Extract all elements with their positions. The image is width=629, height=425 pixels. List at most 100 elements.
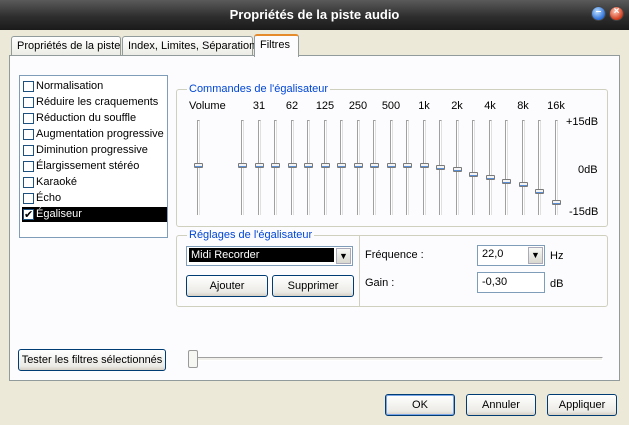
filter-item[interactable]: Normalisation bbox=[22, 79, 167, 94]
filter-checkbox[interactable] bbox=[23, 193, 34, 204]
band-label: 125 bbox=[315, 100, 335, 112]
filter-checkbox[interactable] bbox=[23, 177, 34, 188]
band-slider-thumb[interactable] bbox=[386, 162, 396, 168]
band-slider-thumb[interactable] bbox=[254, 162, 264, 168]
tab-filters[interactable]: Filtres bbox=[254, 34, 299, 57]
band-slider-thumb[interactable] bbox=[469, 171, 478, 177]
band-slider-thumb[interactable] bbox=[452, 167, 462, 173]
gain-label: Gain : bbox=[365, 277, 395, 289]
presets-divider bbox=[359, 236, 360, 306]
band-slider-thumb[interactable] bbox=[502, 178, 511, 184]
db-bottom-label: -15dB bbox=[569, 206, 599, 218]
filter-checkbox[interactable]: ✔ bbox=[23, 209, 34, 221]
minimize-icon: – bbox=[595, 6, 602, 17]
filter-label: Écho bbox=[36, 192, 62, 204]
filter-item[interactable]: Diminution progressive bbox=[22, 143, 167, 158]
chevron-down-icon[interactable]: ▼ bbox=[528, 247, 543, 264]
add-preset-button[interactable]: Ajouter bbox=[186, 275, 268, 297]
band-label: 2k bbox=[451, 100, 463, 112]
filter-list[interactable]: Normalisation Réduire les craquements Rédu… bbox=[19, 75, 168, 238]
volume-slider-thumb[interactable] bbox=[194, 162, 203, 168]
db-top-label: +15dB bbox=[566, 116, 599, 128]
band-slider-thumb[interactable] bbox=[518, 182, 528, 188]
close-icon: × bbox=[613, 6, 620, 17]
filter-label: Élargissement stéréo bbox=[36, 160, 140, 172]
band-label: 250 bbox=[348, 100, 368, 112]
window-title: Propriétés de la piste audio bbox=[229, 7, 400, 22]
band-slider-thumb[interactable] bbox=[271, 162, 280, 168]
filter-item[interactable]: Karaoké bbox=[22, 175, 167, 190]
band-slider-track[interactable] bbox=[472, 120, 475, 215]
band-label: 500 bbox=[381, 100, 401, 112]
filter-label: Réduire les craquements bbox=[36, 96, 159, 108]
preset-select-value: Midi Recorder bbox=[189, 248, 334, 262]
filter-label: Égaliseur bbox=[36, 208, 82, 220]
filter-item[interactable]: Élargissement stéréo bbox=[22, 159, 167, 174]
band-slider-track[interactable] bbox=[505, 120, 508, 215]
frequency-unit: Hz bbox=[550, 250, 564, 262]
band-label: 31 bbox=[252, 100, 266, 112]
frequency-select[interactable]: 22,0 ▼ bbox=[477, 245, 545, 266]
band-slider-track[interactable] bbox=[488, 120, 492, 215]
frequency-label: Fréquence : bbox=[365, 249, 424, 261]
equalizer-presets-label: Réglages de l'égalisateur bbox=[187, 229, 315, 241]
band-slider-thumb[interactable] bbox=[535, 189, 544, 195]
filter-label: Diminution progressive bbox=[36, 144, 148, 156]
filter-item[interactable]: Augmentation progressive bbox=[22, 127, 167, 142]
test-filters-button[interactable]: Tester les filtres sélectionnés bbox=[18, 349, 166, 371]
preview-position-track[interactable] bbox=[190, 357, 603, 361]
preview-position-thumb[interactable] bbox=[188, 350, 198, 368]
filter-checkbox[interactable] bbox=[23, 129, 34, 140]
band-slider-thumb[interactable] bbox=[320, 162, 330, 168]
filter-item[interactable]: Réduire les craquements bbox=[22, 95, 167, 110]
ok-button[interactable]: OK bbox=[385, 394, 455, 416]
band-slider-thumb[interactable] bbox=[485, 175, 495, 181]
band-label: 16k bbox=[547, 100, 565, 112]
check-icon: ✔ bbox=[24, 209, 34, 221]
db-mid-label: 0dB bbox=[578, 164, 598, 176]
filter-checkbox[interactable] bbox=[23, 97, 34, 108]
filter-checkbox[interactable] bbox=[23, 145, 34, 156]
band-label: 4k bbox=[484, 100, 496, 112]
preset-select[interactable]: Midi Recorder ▼ bbox=[186, 246, 353, 266]
band-slider-thumb[interactable] bbox=[304, 162, 313, 168]
gain-input[interactable]: -0,30 bbox=[477, 272, 545, 293]
gain-unit: dB bbox=[550, 278, 564, 290]
filter-item[interactable]: Écho bbox=[22, 191, 167, 206]
volume-label: Volume bbox=[189, 100, 226, 112]
apply-button[interactable]: Appliquer bbox=[547, 394, 617, 416]
tab-track-properties[interactable]: Propriétés de la piste bbox=[11, 36, 121, 56]
close-button[interactable]: × bbox=[609, 6, 624, 21]
frequency-value: 22,0 bbox=[482, 248, 504, 260]
delete-preset-button[interactable]: Supprimer bbox=[272, 275, 354, 297]
band-slider-thumb[interactable] bbox=[353, 162, 363, 168]
band-slider-thumb[interactable] bbox=[337, 162, 346, 168]
band-slider-thumb[interactable] bbox=[436, 164, 445, 170]
filter-label: Karaoké bbox=[36, 176, 77, 188]
title-bar[interactable]: Propriétés de la piste audio – × bbox=[0, 0, 629, 30]
band-slider-thumb[interactable] bbox=[403, 162, 412, 168]
band-slider-track[interactable] bbox=[521, 120, 525, 215]
band-label: 62 bbox=[285, 100, 299, 112]
band-slider-thumb[interactable] bbox=[370, 162, 379, 168]
filter-item[interactable]: Réduction du souffle bbox=[22, 111, 167, 126]
filter-label: Augmentation progressive bbox=[36, 128, 164, 140]
minimize-button[interactable]: – bbox=[591, 6, 606, 21]
band-slider-thumb[interactable] bbox=[287, 162, 297, 168]
filter-checkbox[interactable] bbox=[23, 161, 34, 172]
filter-label: Normalisation bbox=[36, 80, 104, 92]
band-label: 8k bbox=[517, 100, 529, 112]
band-slider-thumb[interactable] bbox=[238, 162, 247, 168]
band-slider-thumb[interactable] bbox=[551, 200, 561, 206]
cancel-button[interactable]: Annuler bbox=[466, 394, 536, 416]
filter-checkbox[interactable] bbox=[23, 113, 34, 124]
filter-item[interactable]: ✔ Égaliseur bbox=[22, 207, 167, 222]
equalizer-controls-label: Commandes de l'égalisateur bbox=[187, 83, 331, 95]
band-label: 1k bbox=[418, 100, 430, 112]
band-slider-thumb[interactable] bbox=[419, 162, 429, 168]
band-slider-track[interactable] bbox=[538, 120, 541, 215]
chevron-down-icon[interactable]: ▼ bbox=[336, 248, 351, 264]
tab-index-limits[interactable]: Index, Limites, Séparation bbox=[122, 36, 255, 56]
filter-label: Réduction du souffle bbox=[36, 112, 137, 124]
filter-checkbox[interactable] bbox=[23, 81, 34, 92]
